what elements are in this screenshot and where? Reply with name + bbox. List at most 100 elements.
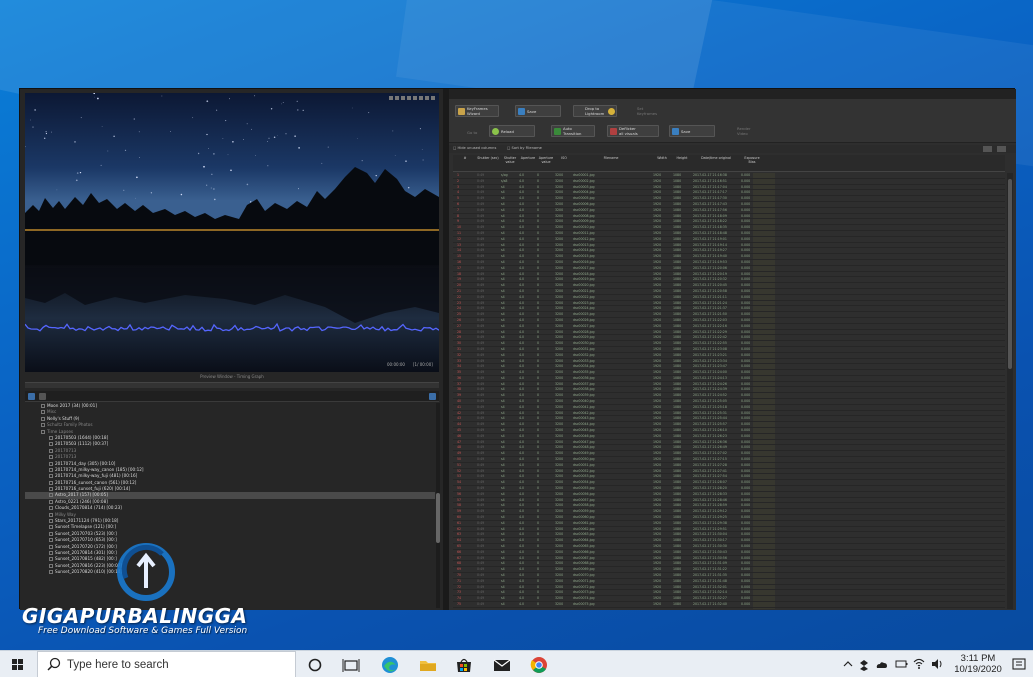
column-header[interactable]: ISO [555,156,573,160]
hide-unused-columns-toggle[interactable]: □ Hide unused columns [453,146,496,150]
table-cell: 0.000 [741,306,751,311]
image-sequence-table[interactable]: 1 0:49 s/og 4.0 0 3200 dsc00001.jpg 1920 1080 201… [453,173,1005,609]
tree-item[interactable]: Sunset_20170820 (410) [00:14] [25,569,435,575]
table-cell: 2017-02-17 21:25:18 [693,404,727,409]
table-cell: 1080 [673,335,682,340]
mail-icon[interactable] [492,655,512,675]
table-cell: 0 [537,410,540,415]
taskbar-search-box[interactable]: Type here to search [37,651,296,677]
table-cell: 1920 [653,474,662,479]
cortana-icon[interactable] [305,655,325,675]
table-cell: 0:49 [477,439,485,444]
table-cell: 4.0 [519,555,525,560]
start-button[interactable] [0,651,36,677]
table-cell: s4 [501,370,505,375]
refresh-icon[interactable] [39,393,46,400]
drop-to-lightroom-button[interactable]: Drop to Lightroom [573,105,617,117]
column-header[interactable]: Height [673,156,691,160]
folder-icon [49,467,53,472]
auto-transition-button[interactable]: Auto Transition [551,125,595,137]
deflicker-button[interactable]: Deflicker all visuals [607,125,659,137]
table-scroll-thumb[interactable] [1008,179,1012,369]
column-header[interactable]: Date/time original [693,156,739,160]
sort-by-filename-toggle[interactable]: □ Sort by Filename [507,146,542,150]
column-header[interactable]: Filename [573,156,649,160]
table-cell: 1080 [673,503,682,508]
column-header[interactable]: Width [653,156,671,160]
table-cell: 0 [537,207,540,212]
tree-scrollbar[interactable] [436,403,440,608]
table-cell: 0:49 [477,428,485,433]
table-row[interactable]: 75 0:49 s4 4.0 0 3200 dsc00075.jpg 1920 1080 2017… [453,602,1005,608]
render-video-button[interactable]: Render Video [725,125,755,137]
folder-icon [41,404,45,408]
table-cell: 4.0 [519,399,525,404]
keyframes-wizard-button[interactable]: KeyFrames Wizard [455,105,499,117]
table-cell: 0:49 [477,474,485,479]
set-keyframes-button[interactable]: Set Keyframes [625,105,657,117]
table-cell: 0.000 [741,416,751,421]
table-cell: 31 [457,346,462,351]
table-cell: 1080 [673,387,682,392]
notifications-icon[interactable] [1010,657,1028,671]
table-cell: 1080 [673,352,682,357]
table-cell: 1920 [653,486,662,491]
column-header[interactable]: Aperture [519,156,537,160]
table-cell: s4 [501,317,505,322]
wifi-icon[interactable] [912,657,926,671]
table-cell: dsc00048.jpg [573,445,595,450]
table-cell: 1920 [653,439,662,444]
tree-options-icon[interactable] [429,393,436,400]
dropbox-icon[interactable] [858,657,870,671]
go-to-button[interactable]: Go to [455,126,485,138]
table-cell: 0.000 [741,236,751,241]
table-cell: 0:49 [477,549,485,554]
table-cell: 0.000 [741,178,751,183]
preview-window[interactable]: 00:00:00 [1/ 00:00] [25,93,439,372]
onedrive-icon[interactable] [874,657,888,671]
column-header[interactable]: Exposure Bias [741,156,763,164]
table-cell: 2017-02-17 21:18:48 [693,230,727,235]
table-cell: 0 [537,190,540,195]
reload-button[interactable]: Reload [489,125,535,137]
table-cell: 2017-02-17 21:31:48 [693,578,727,583]
grid-view-icon[interactable] [983,146,992,152]
edge-icon[interactable] [380,655,400,675]
table-cell: 1080 [673,445,682,450]
table-cell: 1080 [673,254,682,259]
chrome-icon[interactable] [529,655,549,675]
folder-icon[interactable] [418,655,438,675]
navigate-up-icon[interactable] [28,393,35,400]
table-cell: 2017-02-17 21:30:04 [693,532,727,537]
table-cell: s4 [501,190,505,195]
table-cell: 0 [537,509,540,514]
table-cell: 0:49 [477,503,485,508]
table-cell: 0.000 [741,225,751,230]
table-cell: 0.000 [741,561,751,566]
save-bottom-button[interactable]: Save [669,125,715,137]
tree-scroll-thumb[interactable] [436,493,440,543]
table-cell: 20 [457,283,462,288]
chevron-up-icon[interactable] [842,657,854,671]
table-options-icon[interactable] [997,146,1006,152]
table-cell: 1920 [653,364,662,369]
table-cell: 1080 [673,300,682,305]
column-header[interactable]: Aperture value [537,156,555,164]
column-header[interactable]: # [457,156,473,160]
timeline-slider[interactable] [25,382,439,388]
store-icon[interactable] [454,655,474,675]
table-cell: 53 [457,474,462,479]
column-header[interactable]: Shutter value [501,156,519,164]
column-header[interactable]: Shutter (sec) [477,156,499,160]
system-clock[interactable]: 3:11 PM 10/19/2020 [950,653,1006,675]
table-cell: s4 [501,375,505,380]
task-view-icon[interactable] [341,655,361,675]
battery-icon[interactable] [894,657,908,671]
volume-icon[interactable] [930,657,944,671]
table-cell: 0:49 [477,190,485,195]
save-top-button[interactable]: Save [515,105,561,117]
table-cell: 0:49 [477,375,485,380]
table-cell: 2017-02-17 21:28:59 [693,503,727,508]
table-cell: 22 [457,294,462,299]
table-scrollbar[interactable] [1007,173,1013,609]
